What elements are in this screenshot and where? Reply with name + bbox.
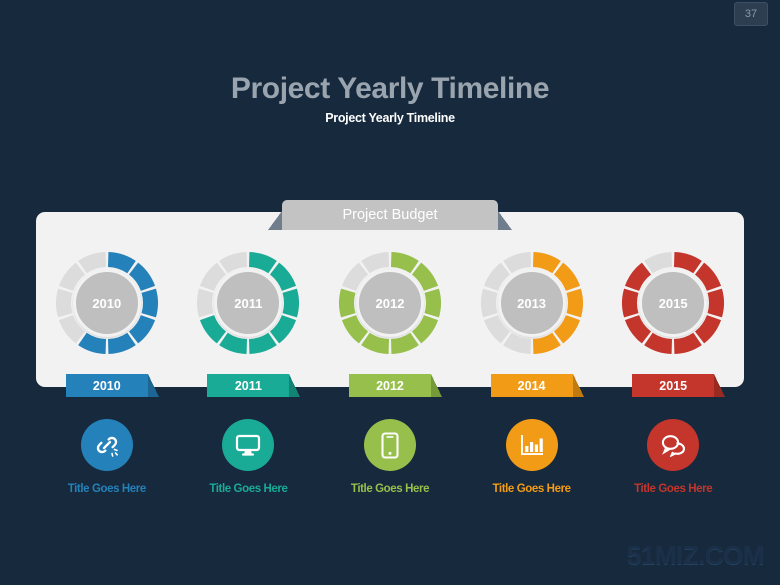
ribbon-fold-icon bbox=[289, 374, 301, 397]
year-ribbon[interactable]: 2015 bbox=[632, 374, 726, 397]
year-ribbon-row: 2010 2011 2012 2014 2015 bbox=[36, 374, 744, 400]
year-ribbon-label: 2011 bbox=[234, 378, 262, 393]
smartphone-icon-circle[interactable] bbox=[363, 419, 416, 471]
chat-bubbles-icon bbox=[660, 433, 687, 457]
donut-chart-row: 2010 2011 2012 2013 2015 bbox=[36, 249, 744, 357]
column-caption: Title Goes Here bbox=[350, 483, 430, 495]
bar-chart-icon-circle[interactable] bbox=[505, 419, 558, 471]
icon-row bbox=[36, 412, 744, 478]
banner-fold-right-icon bbox=[498, 211, 512, 230]
column-caption: Title Goes Here bbox=[634, 483, 713, 495]
year-ribbon[interactable]: 2011 bbox=[207, 374, 301, 397]
donut-year-label: 2012 bbox=[355, 269, 424, 337]
ribbon-fold-icon bbox=[572, 374, 584, 397]
column-caption: Title Goes Here bbox=[492, 483, 572, 495]
watermark: 51MIZ.COM bbox=[626, 540, 765, 570]
donut-year-label: 2015 bbox=[639, 269, 708, 337]
donut-year-label: 2010 bbox=[72, 269, 141, 337]
year-ribbon[interactable]: 2010 bbox=[65, 374, 159, 397]
ribbon-fold-icon bbox=[714, 374, 726, 397]
ribbon-fold-icon bbox=[147, 374, 159, 397]
donut-gauge: 2012 bbox=[336, 249, 444, 357]
page-title: Project Yearly Timeline bbox=[230, 72, 550, 105]
year-ribbon-label: 2015 bbox=[659, 378, 688, 393]
year-ribbon-label: 2010 bbox=[92, 378, 121, 393]
year-ribbon[interactable]: 2012 bbox=[348, 374, 442, 397]
caption-row: Title Goes Here Title Goes Here Title Goes… bbox=[36, 479, 744, 499]
column-caption: Title Goes Here bbox=[209, 483, 288, 495]
donut-gauge: 2010 bbox=[53, 249, 161, 357]
chat-bubbles-icon-circle[interactable] bbox=[647, 419, 700, 471]
broken-link-icon bbox=[94, 432, 120, 458]
page-subtitle: Project Yearly Timeline bbox=[325, 111, 455, 125]
donut-gauge: 2013 bbox=[478, 249, 586, 357]
project-budget-banner: Project Budget bbox=[268, 200, 512, 230]
column-caption: Title Goes Here bbox=[67, 483, 147, 495]
donut-gauge: 2015 bbox=[619, 249, 727, 357]
year-ribbon-label: 2014 bbox=[517, 378, 546, 393]
broken-link-icon-circle[interactable] bbox=[80, 419, 133, 471]
smartphone-icon bbox=[381, 431, 399, 459]
page-number-badge: 37 bbox=[734, 2, 768, 26]
title-block: Project Yearly Timeline Project Yearly T… bbox=[0, 72, 780, 125]
banner-label: Project Budget bbox=[342, 207, 438, 223]
banner-fold-left-icon bbox=[268, 211, 282, 230]
donut-year-label: 2013 bbox=[497, 269, 566, 337]
donut-gauge: 2011 bbox=[194, 249, 302, 357]
monitor-icon-circle[interactable] bbox=[222, 419, 275, 471]
ribbon-fold-icon bbox=[430, 374, 442, 397]
monitor-icon bbox=[235, 433, 261, 457]
donut-year-label: 2011 bbox=[214, 269, 283, 337]
year-ribbon[interactable]: 2014 bbox=[490, 374, 584, 397]
bar-chart-icon bbox=[519, 433, 545, 457]
year-ribbon-label: 2012 bbox=[376, 378, 404, 393]
